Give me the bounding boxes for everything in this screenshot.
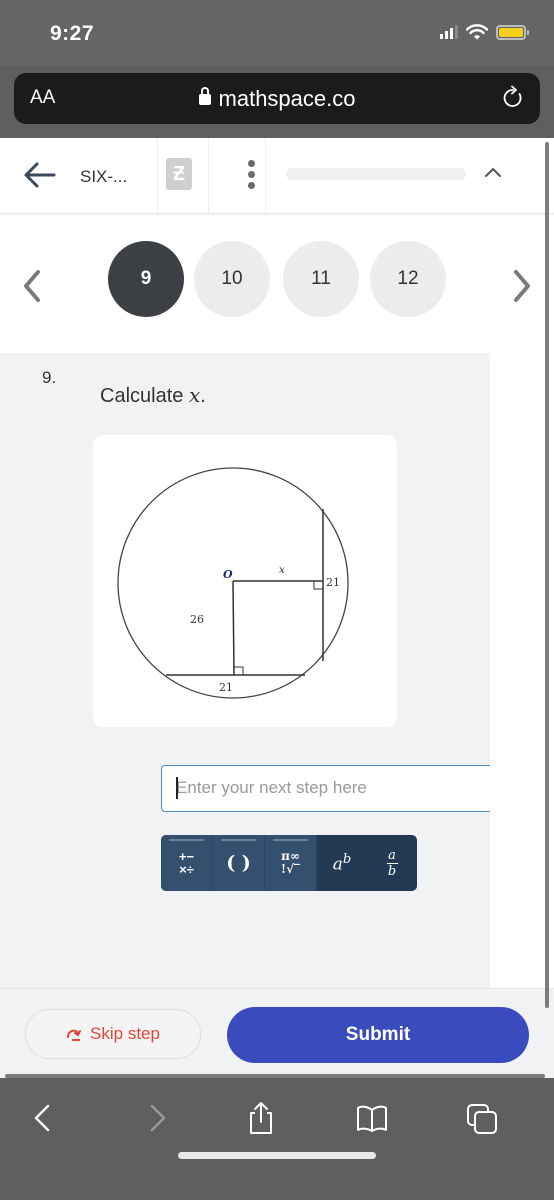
answer-input[interactable]: Enter your next step here xyxy=(161,765,493,812)
share-icon[interactable] xyxy=(244,1100,278,1136)
answer-placeholder: Enter your next step here xyxy=(176,778,367,797)
chevron-up-icon[interactable] xyxy=(484,166,502,178)
next-question-icon[interactable] xyxy=(512,269,532,303)
lock-icon xyxy=(198,87,211,105)
submit-button[interactable]: Submit xyxy=(227,1007,529,1063)
divider xyxy=(265,138,266,214)
power-base: a xyxy=(332,854,343,875)
top-nav: SIX-... Ƶ xyxy=(0,138,554,214)
page: SIX-... Ƶ 9 10 11 12 9. Calculate x. O x… xyxy=(0,138,554,1078)
url-display[interactable]: mathspace.co xyxy=(14,86,540,112)
bottom-chord-label: 21 xyxy=(219,681,233,694)
prompt-variable: x xyxy=(188,383,201,407)
back-arrow-icon[interactable] xyxy=(22,160,58,190)
tabs-icon[interactable] xyxy=(465,1100,499,1136)
reload-icon[interactable] xyxy=(500,85,526,111)
divider xyxy=(157,138,158,214)
question-nav: 9 10 11 12 xyxy=(0,215,554,353)
signal-icon xyxy=(440,25,458,39)
fraction-denominator: b xyxy=(387,863,397,879)
question-9-button[interactable]: 9 xyxy=(108,241,184,317)
vertical-scrollbar[interactable] xyxy=(545,142,549,1008)
url-bar[interactable]: AA mathspace.co xyxy=(14,73,540,124)
power-button[interactable]: ab xyxy=(317,835,367,891)
prev-question-icon[interactable] xyxy=(22,269,42,303)
center-label: O xyxy=(223,568,233,581)
math-keyboard-toolbar: +− ×÷ ( ) π∞ !√‾ ab ab xyxy=(161,835,417,891)
footer-actions: Skip step Submit xyxy=(0,988,554,1074)
figure-card: O x 21 26 21 xyxy=(93,435,397,727)
symbols-tab[interactable]: π∞ !√‾ xyxy=(265,835,317,891)
divider xyxy=(208,138,209,214)
right-angle-marker-bottom xyxy=(234,666,244,675)
brackets-label: ( ) xyxy=(226,852,251,874)
bookmarks-icon[interactable] xyxy=(355,1100,389,1136)
radius-label: 26 xyxy=(190,613,204,626)
progress-bar xyxy=(286,168,466,180)
app-logo-icon[interactable]: Ƶ xyxy=(166,158,192,190)
question-prompt: Calculate x. xyxy=(100,383,206,408)
question-10-button[interactable]: 10 xyxy=(194,241,270,317)
topic-title[interactable]: SIX-... xyxy=(80,167,127,187)
status-bar: 9:27 xyxy=(0,0,554,66)
wifi-icon xyxy=(466,24,488,40)
status-icons xyxy=(440,24,529,40)
skip-step-button[interactable]: Skip step xyxy=(25,1009,201,1059)
question-11-button[interactable]: 11 xyxy=(283,241,359,317)
skip-icon xyxy=(67,1029,82,1041)
prompt-period: . xyxy=(200,385,206,407)
browser-toolbar xyxy=(0,1080,554,1200)
fraction-numerator: a xyxy=(388,847,396,863)
power-exponent: b xyxy=(342,851,352,867)
status-time: 9:27 xyxy=(50,22,95,45)
text-caret xyxy=(176,777,178,799)
question-content: 9. Calculate x. O x 21 26 21 Enter your … xyxy=(0,353,493,988)
question-12-button[interactable]: 12 xyxy=(370,241,446,317)
horizontal-scrollbar[interactable] xyxy=(5,1074,545,1078)
browser-forward-icon[interactable] xyxy=(140,1100,174,1136)
fraction-button[interactable]: ab xyxy=(367,835,417,891)
question-number: 9. xyxy=(42,368,57,387)
unknown-label: x xyxy=(279,565,285,576)
right-chord-label: 21 xyxy=(326,576,340,589)
perpendicular-bottom xyxy=(232,580,235,676)
skip-step-label: Skip step xyxy=(90,1024,160,1043)
url-text: mathspace.co xyxy=(218,86,356,111)
battery-icon xyxy=(496,24,529,40)
browser-back-icon[interactable] xyxy=(26,1100,60,1136)
circle-diagram: O x 21 26 21 xyxy=(117,467,349,699)
more-options-icon[interactable] xyxy=(246,160,256,192)
right-angle-marker-right xyxy=(313,581,323,590)
operators-line2: ×÷ xyxy=(179,862,194,877)
symbols-line2: !√‾ xyxy=(280,862,301,876)
brackets-tab[interactable]: ( ) xyxy=(213,835,265,891)
prompt-text: Calculate xyxy=(100,385,184,407)
home-indicator[interactable] xyxy=(178,1152,376,1159)
operators-tab[interactable]: +− ×÷ xyxy=(161,835,213,891)
